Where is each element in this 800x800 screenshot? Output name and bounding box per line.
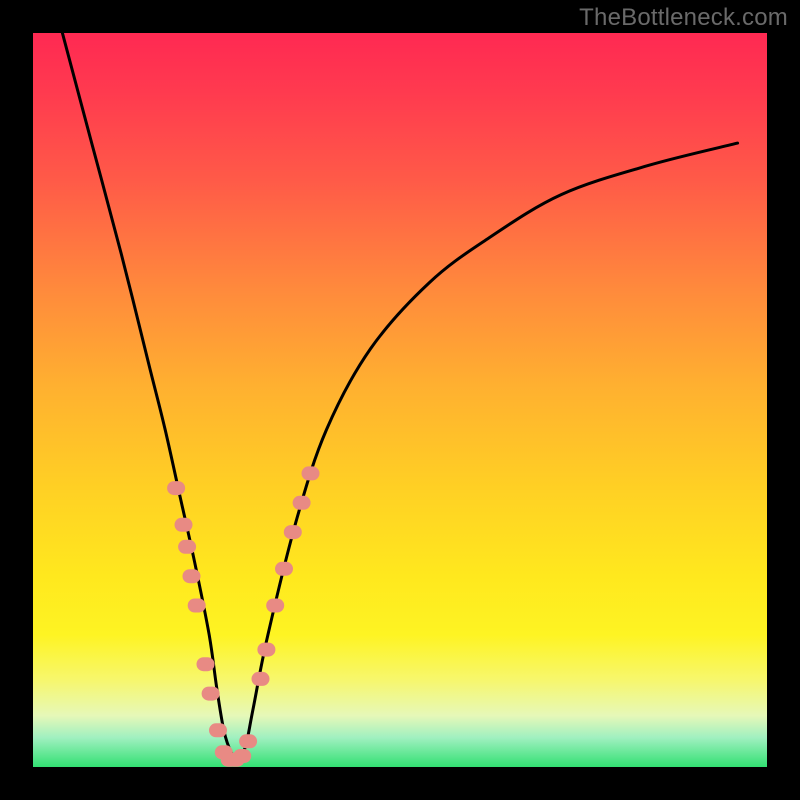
data-point-marker xyxy=(257,643,275,657)
data-point-marker xyxy=(302,466,320,480)
data-point-marker xyxy=(167,481,185,495)
data-point-marker xyxy=(284,525,302,539)
data-point-marker xyxy=(202,687,220,701)
data-point-marker xyxy=(188,599,206,613)
data-point-marker xyxy=(178,540,196,554)
watermark-text: TheBottleneck.com xyxy=(579,4,788,32)
data-point-marker xyxy=(293,496,311,510)
chart-frame xyxy=(33,33,767,767)
data-point-marker xyxy=(275,562,293,576)
data-point-marker xyxy=(252,672,270,686)
data-point-marker xyxy=(197,657,215,671)
data-point-marker xyxy=(266,599,284,613)
bottleneck-curve-svg xyxy=(33,33,767,767)
data-point-marker xyxy=(233,749,251,763)
bottleneck-curve-path xyxy=(62,33,737,760)
data-point-marker xyxy=(239,734,257,748)
data-point-marker xyxy=(209,723,227,737)
data-point-marker xyxy=(183,569,201,583)
data-point-marker xyxy=(175,518,193,532)
data-point-markers xyxy=(167,466,319,766)
